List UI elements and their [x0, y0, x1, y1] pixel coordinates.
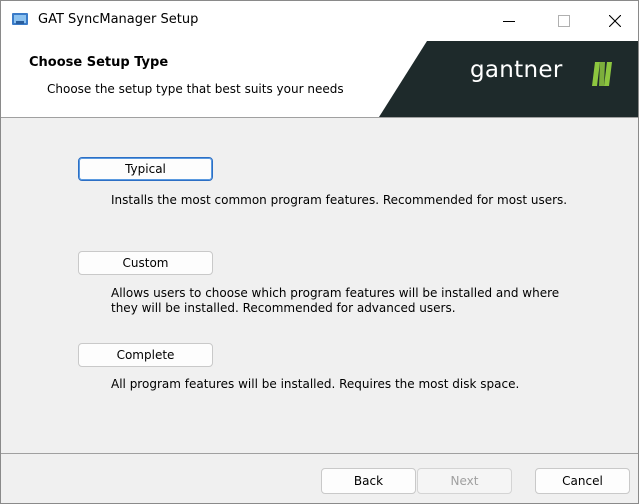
custom-description-line-2: they will be installed. Recommended for … — [111, 301, 456, 315]
next-button: Next — [417, 468, 512, 494]
custom-description-line-1: Allows users to choose which program fea… — [111, 286, 560, 300]
page-subtitle: Choose the setup type that best suits yo… — [47, 82, 344, 96]
minimize-button[interactable] — [486, 1, 532, 41]
typical-button[interactable]: Typical — [78, 157, 213, 181]
close-button[interactable] — [592, 1, 638, 41]
complete-button[interactable]: Complete — [78, 343, 213, 367]
window-title: GAT SyncManager Setup — [38, 12, 199, 27]
minimize-icon — [503, 21, 515, 22]
header-divider — [1, 117, 638, 118]
header-banner: Choose Setup Type Choose the setup type … — [1, 41, 638, 117]
setup-window: GAT SyncManager Setup Choose Setup Type … — [0, 0, 639, 504]
page-title: Choose Setup Type — [29, 55, 169, 70]
brand-logo-icon — [592, 62, 612, 86]
back-button[interactable]: Back — [321, 468, 416, 494]
complete-description: All program features will be installed. … — [111, 377, 520, 391]
maximize-icon — [558, 15, 570, 27]
custom-button[interactable]: Custom — [78, 251, 213, 275]
close-icon — [609, 15, 621, 27]
cancel-button[interactable]: Cancel — [535, 468, 630, 494]
footer-divider — [1, 453, 638, 454]
maximize-button — [541, 1, 587, 41]
installer-icon — [12, 13, 28, 25]
custom-description: Allows users to choose which program fea… — [111, 286, 611, 316]
title-bar[interactable]: GAT SyncManager Setup — [1, 1, 638, 41]
brand-logo-text: gantner — [470, 57, 563, 83]
typical-description: Installs the most common program feature… — [111, 193, 568, 207]
